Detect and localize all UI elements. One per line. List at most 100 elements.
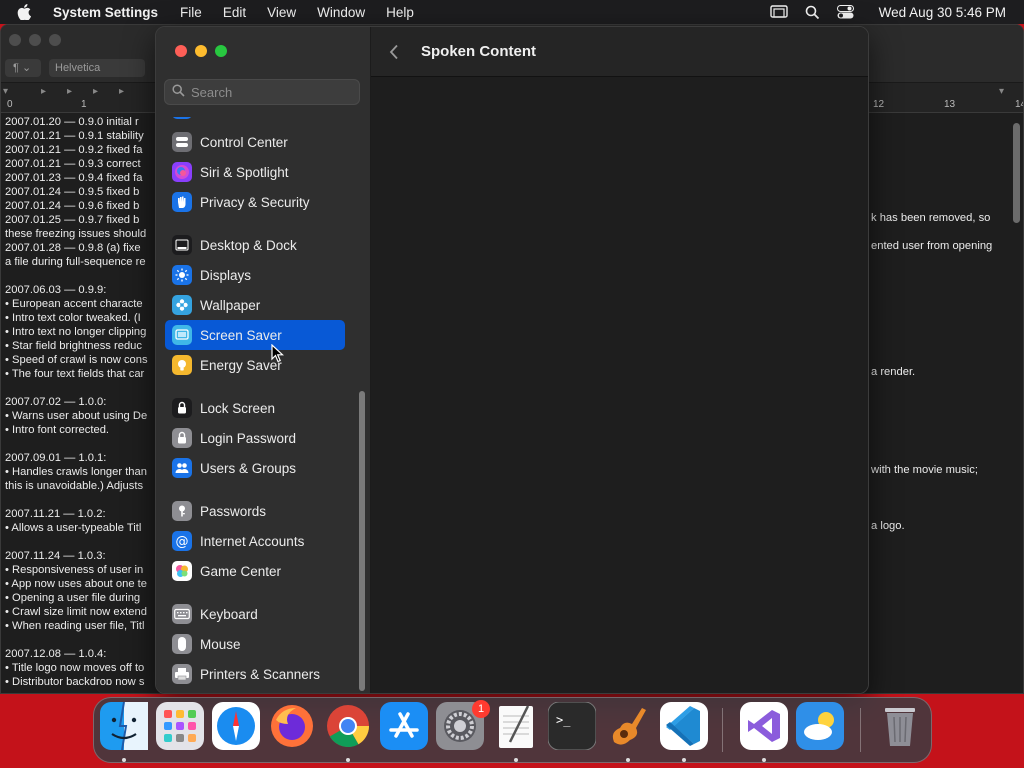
minimize-button[interactable] (29, 34, 41, 46)
document-line: • Crawl size limit now extend (5, 606, 147, 618)
svg-text:@: @ (176, 535, 189, 549)
sidebar-item-energy-saver[interactable]: Energy Saver (165, 350, 345, 380)
sidebar-item-label: Wallpaper (200, 297, 261, 313)
control-center-menu-icon[interactable] (836, 5, 854, 19)
sidebar-item-lock-screen[interactable]: Lock Screen (165, 393, 345, 423)
menu-app-name[interactable]: System Settings (53, 5, 158, 20)
menu-help[interactable]: Help (386, 5, 414, 20)
sidebar-item-control-center[interactable]: Control Center (165, 127, 345, 157)
document-line: • Allows a user-typeable Titl (5, 522, 142, 534)
menu-clock[interactable]: Wed Aug 30 5:46 PM (879, 5, 1006, 20)
menu-window[interactable]: Window (317, 5, 365, 20)
document-text-left[interactable]: 2007.01.20 — 0.9.0 initial r 2007.01.21 —… (5, 115, 155, 685)
textedit-icon (492, 702, 540, 755)
dock-weather[interactable] (796, 701, 844, 752)
dock-trash[interactable] (876, 704, 924, 752)
document-line: 2007.12.08 — 1.0.4: (5, 648, 107, 660)
sidebar-scrollbar[interactable] (359, 391, 365, 691)
menu-view[interactable]: View (267, 5, 296, 20)
visual-studio-icon (740, 701, 788, 755)
safari-icon (212, 701, 260, 755)
document-line: a render. (871, 366, 916, 378)
search-input[interactable] (191, 84, 351, 100)
dock-textedit[interactable] (492, 704, 540, 752)
sidebar-item-label: Privacy & Security (200, 194, 310, 210)
sidebar-item-desktop-and-dock[interactable]: Desktop & Dock (165, 230, 345, 260)
document-line: • The four text fields that car (5, 368, 145, 380)
sidebar-item-screen-saver[interactable]: Screen Saver (165, 320, 345, 350)
dock-chrome[interactable] (324, 704, 372, 752)
document-line: 2007.06.03 — 0.9.9: (5, 284, 107, 296)
sidebar-item-siri-and-spotlight[interactable]: Siri & Spotlight (165, 157, 345, 187)
settings-content-pane: Spoken Content (371, 27, 868, 693)
dock-system-settings[interactable]: 1 (436, 700, 490, 752)
settings-search-field[interactable] (164, 79, 360, 105)
sidebar-item-label: Game Center (200, 563, 282, 579)
sidebar-item-privacy-and-security[interactable]: Privacy & Security (165, 187, 345, 217)
close-button[interactable] (9, 34, 21, 46)
dock-app-store[interactable] (380, 701, 428, 755)
sidebar-item-displays[interactable]: Displays (165, 260, 345, 290)
users-icon (172, 458, 192, 478)
paragraph-style-label: ¶ (13, 62, 19, 74)
dock-visual-studio[interactable] (740, 701, 788, 755)
dock-garageband[interactable] (604, 704, 652, 752)
document-text-right[interactable]: k has been removed, so ented user from o… (871, 115, 1011, 685)
document-scrollbar[interactable] (1013, 123, 1020, 223)
tab-stop-marker[interactable]: ▸ (93, 86, 98, 97)
dock-safari[interactable] (212, 701, 260, 755)
system-settings-window: Control Center Siri & Spotlight Privacy & … (155, 26, 869, 694)
document-line: • Speed of crawl is now cons (5, 354, 148, 366)
tab-stop-marker[interactable]: ▾ (3, 86, 8, 97)
minimize-button[interactable] (195, 45, 207, 57)
notification-badge: 1 (472, 700, 490, 718)
close-button[interactable] (175, 45, 187, 57)
menu-edit[interactable]: Edit (223, 5, 246, 20)
sidebar-item-internet-accounts[interactable]: @ Internet Accounts (165, 526, 345, 556)
screen-mirroring-icon[interactable] (769, 5, 788, 19)
spotlight-search-icon[interactable] (805, 5, 820, 20)
tab-stop-marker[interactable]: ▸ (119, 86, 124, 97)
font-family-select[interactable]: Helvetica (49, 59, 145, 77)
zoom-button[interactable] (215, 45, 227, 57)
sidebar-item-login-password[interactable]: Login Password (165, 423, 345, 453)
dock-icon (172, 235, 192, 255)
document-line: 2007.01.21 — 0.9.2 fixed fa (5, 144, 143, 156)
paragraph-style-select[interactable]: ¶ ⌄ (5, 59, 41, 77)
document-line: • Distributor backdrop now s (5, 676, 145, 685)
dock-vscode[interactable] (660, 701, 708, 752)
sidebar-item-label: Login Password (200, 430, 297, 446)
lightbulb-icon (172, 355, 192, 375)
sidebar-item-game-center[interactable]: Game Center (165, 556, 345, 586)
firefox-icon (268, 702, 316, 755)
sidebar-item-keyboard[interactable]: Keyboard (165, 599, 345, 629)
sidebar-item-passwords[interactable]: Passwords (165, 496, 345, 526)
key-icon (172, 501, 192, 521)
apple-menu-icon[interactable] (17, 4, 39, 20)
dock-firefox[interactable] (268, 704, 316, 752)
font-family-label: Helvetica (55, 62, 101, 74)
menu-file[interactable]: File (180, 5, 202, 20)
sidebar-item-mouse[interactable]: Mouse (165, 629, 345, 659)
app-store-icon (380, 701, 428, 755)
running-indicator (762, 758, 766, 762)
garageband-icon (604, 702, 652, 755)
tab-stop-marker[interactable]: ▸ (41, 86, 46, 97)
document-line: with the movie music; (871, 464, 978, 476)
document-line: 2007.11.21 — 1.0.2: (5, 508, 106, 520)
dock-finder[interactable] (100, 701, 148, 752)
dock-launchpad[interactable] (156, 701, 204, 752)
dock-terminal[interactable]: >_ (547, 701, 597, 752)
sidebar-item-label: Keyboard (200, 606, 258, 622)
right-margin-marker[interactable]: ▾ (999, 86, 1004, 97)
sidebar-item-wallpaper[interactable]: Wallpaper (165, 290, 345, 320)
tab-stop-marker[interactable]: ▸ (67, 86, 72, 97)
sidebar-item-users-and-groups[interactable]: Users & Groups (165, 453, 345, 483)
sidebar-item-printers-and-scanners[interactable]: Printers & Scanners (165, 659, 345, 689)
back-chevron-icon[interactable] (389, 44, 409, 60)
printer-icon (172, 664, 192, 684)
search-icon (172, 84, 185, 100)
zoom-button[interactable] (49, 34, 61, 46)
